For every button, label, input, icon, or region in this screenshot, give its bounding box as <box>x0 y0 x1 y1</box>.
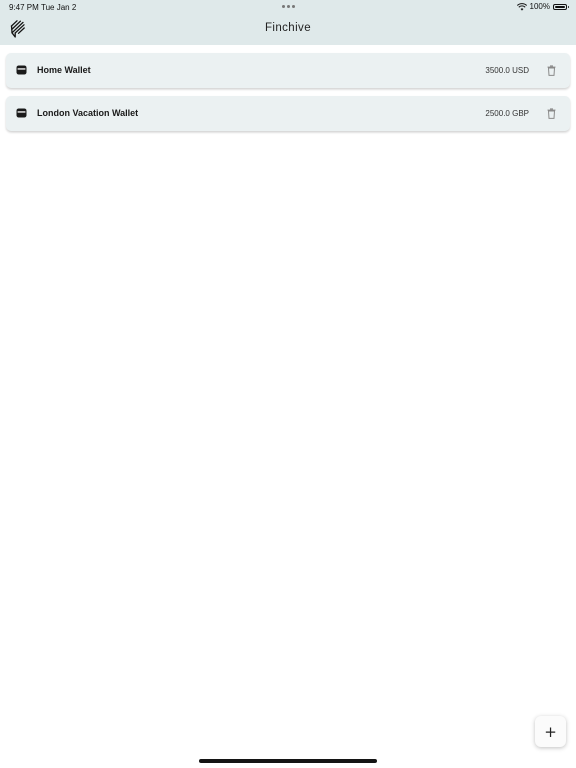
wifi-icon <box>516 2 527 11</box>
wallet-amount: 3500.0 USD <box>485 66 529 75</box>
wallet-card-london-vacation[interactable]: London Vacation Wallet 2500.0 GBP <box>6 96 570 131</box>
add-wallet-button[interactable]: + <box>535 716 566 747</box>
wallet-card-home[interactable]: Home Wallet 3500.0 USD <box>6 53 570 88</box>
plus-icon: + <box>544 722 557 741</box>
wallet-icon <box>16 65 27 75</box>
status-bar: 9:47 PM Tue Jan 2 100% <box>0 0 576 14</box>
status-date: Tue Jan 2 <box>41 3 77 12</box>
status-time: 9:47 PM <box>9 3 39 12</box>
wallet-name: London Vacation Wallet <box>37 108 139 118</box>
battery-icon <box>553 3 569 10</box>
delete-wallet-button[interactable] <box>545 107 557 120</box>
status-right: 100% <box>516 2 569 11</box>
app-header: 9:47 PM Tue Jan 2 100% Finchive <box>0 0 576 45</box>
delete-wallet-button[interactable] <box>545 64 557 77</box>
home-indicator[interactable] <box>199 759 377 763</box>
multitasking-dots-icon[interactable] <box>282 5 295 8</box>
wallet-list: Home Wallet 3500.0 USD London Vacation W… <box>6 53 570 139</box>
page-title: Finchive <box>264 22 312 34</box>
wallet-amount: 2500.0 GBP <box>485 109 529 118</box>
trash-icon <box>547 65 555 76</box>
wallet-icon <box>16 108 27 118</box>
trash-icon <box>547 108 555 119</box>
wallet-name: Home Wallet <box>37 65 91 75</box>
battery-percent: 100% <box>529 2 550 11</box>
